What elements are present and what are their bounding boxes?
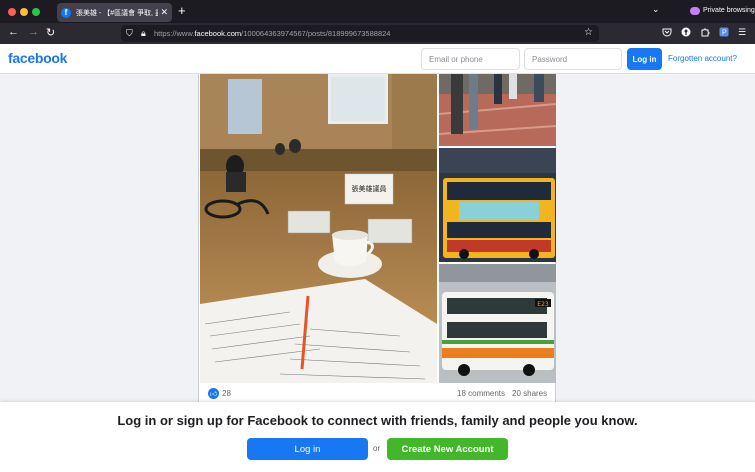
minimize-window-button[interactable] xyxy=(20,8,28,16)
banner-or-text: or xyxy=(373,444,381,453)
pocket-icon[interactable] xyxy=(662,27,672,39)
post-photo-bus-mural[interactable] xyxy=(439,148,556,262)
maximize-window-button[interactable] xyxy=(32,8,40,16)
extensions-icon[interactable] xyxy=(700,27,710,39)
new-tab-icon[interactable]: + xyxy=(178,3,186,18)
svg-text:P: P xyxy=(722,30,727,37)
url-bar[interactable]: ⛉ 🔒︎ https://www.facebook.com/1000643639… xyxy=(121,25,599,42)
password-field[interactable] xyxy=(524,48,622,70)
like-thumb-icon: 👍︎ xyxy=(208,388,219,399)
bookmark-star-icon[interactable]: ☆ xyxy=(584,27,593,38)
tab-title: 張美雄 - 【#區議會 爭取, 盡力】 xyxy=(76,9,158,17)
private-browsing-icon xyxy=(690,7,700,15)
email-field[interactable] xyxy=(421,48,520,70)
tab-close-icon[interactable]: ✕ xyxy=(160,7,168,18)
tracking-shield-icon[interactable]: ⛉ xyxy=(126,28,133,39)
name-card-text: 張美雄議員 xyxy=(352,184,387,193)
private-browsing-label: Private browsing xyxy=(703,7,755,14)
facebook-logo[interactable]: facebook xyxy=(8,50,67,66)
bus-route-sign: E23 xyxy=(537,301,549,308)
facebook-favicon-icon: f xyxy=(61,7,71,18)
browser-tab[interactable]: f 張美雄 - 【#區議會 爭取, 盡力】 ✕ xyxy=(57,3,172,22)
browser-navbar: ← → ↻ ⛉ 🔒︎ https://www.facebook.com/1000… xyxy=(0,23,755,44)
reload-icon[interactable]: ↻ xyxy=(46,26,55,39)
url-text[interactable]: https://www.facebook.com/100064363974567… xyxy=(154,29,390,38)
banner-login-button[interactable]: Log in xyxy=(247,438,368,460)
hamburger-menu-icon[interactable]: ☰ xyxy=(738,27,746,38)
login-button[interactable]: Log in xyxy=(627,48,662,70)
comments-count-link[interactable]: 18 comments xyxy=(457,389,505,398)
shares-count-link[interactable]: 20 shares xyxy=(512,389,547,398)
like-count[interactable]: 28 xyxy=(222,389,231,398)
create-account-button[interactable]: Create New Account xyxy=(387,438,508,460)
login-banner: Log in or sign up for Facebook to connec… xyxy=(0,402,755,472)
browser-titlebar: f 張美雄 - 【#區議會 爭取, 盡力】 ✕ + ⌄ Private brow… xyxy=(0,0,755,23)
forward-arrow-icon[interactable]: → xyxy=(28,26,39,38)
lock-icon[interactable]: 🔒︎ xyxy=(141,28,146,39)
facebook-header: facebook Log in Forgotten account? xyxy=(0,44,755,74)
profile-extension-icon[interactable]: P xyxy=(719,27,729,39)
list-tabs-chevron-icon[interactable]: ⌄ xyxy=(652,4,660,15)
back-arrow-icon[interactable]: ← xyxy=(8,26,19,38)
forgotten-account-link[interactable]: Forgotten account? xyxy=(668,54,737,63)
facebook-post: 張美雄議員 E23 👍︎ 28 18 comments 20 shares xyxy=(198,74,556,404)
post-photo-double-decker-bus[interactable]: E23 xyxy=(439,264,556,383)
post-photo-council-meeting[interactable]: 張美雄議員 xyxy=(200,74,437,383)
banner-message: Log in or sign up for Facebook to connec… xyxy=(117,413,638,428)
account-icon[interactable] xyxy=(681,27,691,39)
post-photo-street[interactable] xyxy=(439,74,556,146)
close-window-button[interactable] xyxy=(8,8,16,16)
